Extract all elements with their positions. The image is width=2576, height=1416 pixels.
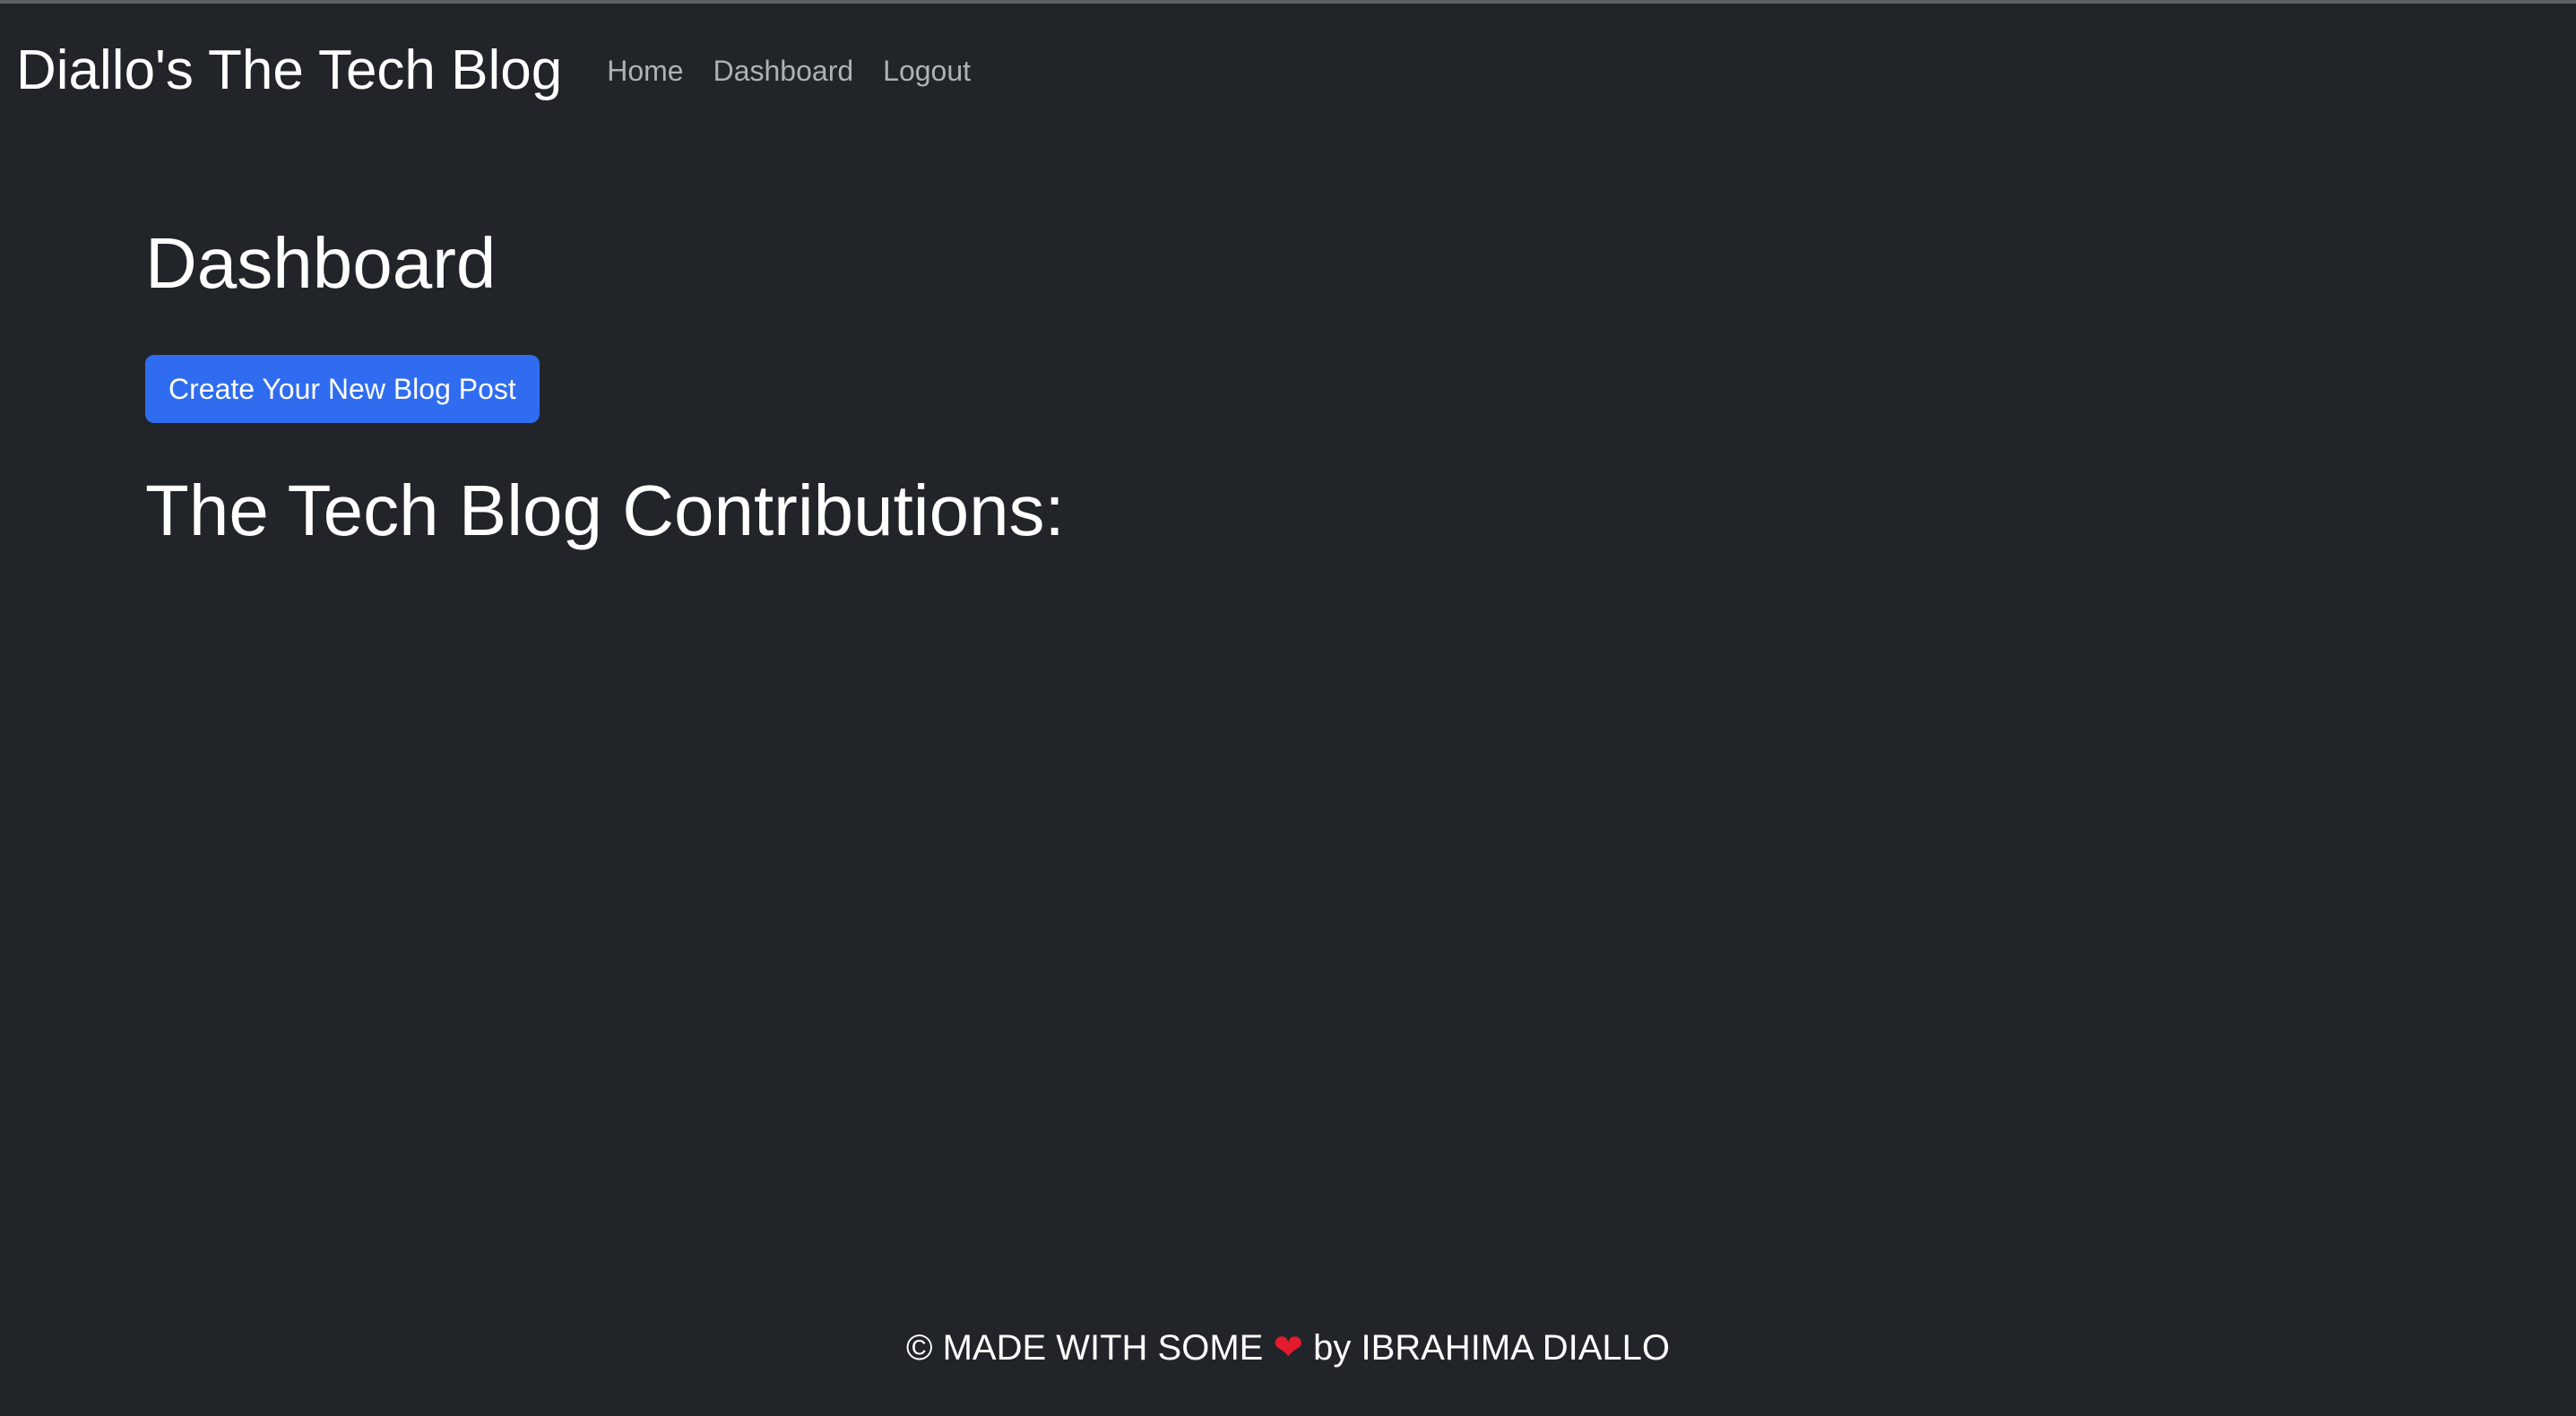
footer-made-with: MADE WITH SOME xyxy=(942,1328,1264,1368)
footer-author: by IBRAHIMA DIALLO xyxy=(1313,1328,1671,1368)
contributions-title: The Tech Blog Contributions: xyxy=(145,471,1065,550)
create-post-button[interactable]: Create Your New Blog Post xyxy=(145,355,540,423)
heart-icon: ❤ xyxy=(1273,1328,1303,1368)
nav-link-logout[interactable]: Logout xyxy=(883,55,971,88)
copyright-symbol: © xyxy=(905,1328,933,1368)
page-title: Dashboard xyxy=(145,223,497,303)
main-content: Dashboard Create Your New Blog Post The … xyxy=(145,223,1065,547)
navbar: Diallo's The Tech Blog Home Dashboard Lo… xyxy=(0,4,2576,138)
nav-links: Home Dashboard Logout xyxy=(607,55,971,88)
nav-link-dashboard[interactable]: Dashboard xyxy=(713,55,854,88)
footer: © MADE WITH SOME ❤ by IBRAHIMA DIALLO xyxy=(0,1330,2576,1366)
brand-link[interactable]: Diallo's The Tech Blog xyxy=(16,43,562,99)
nav-link-home[interactable]: Home xyxy=(607,55,683,88)
page: Diallo's The Tech Blog Home Dashboard Lo… xyxy=(0,0,2576,1416)
